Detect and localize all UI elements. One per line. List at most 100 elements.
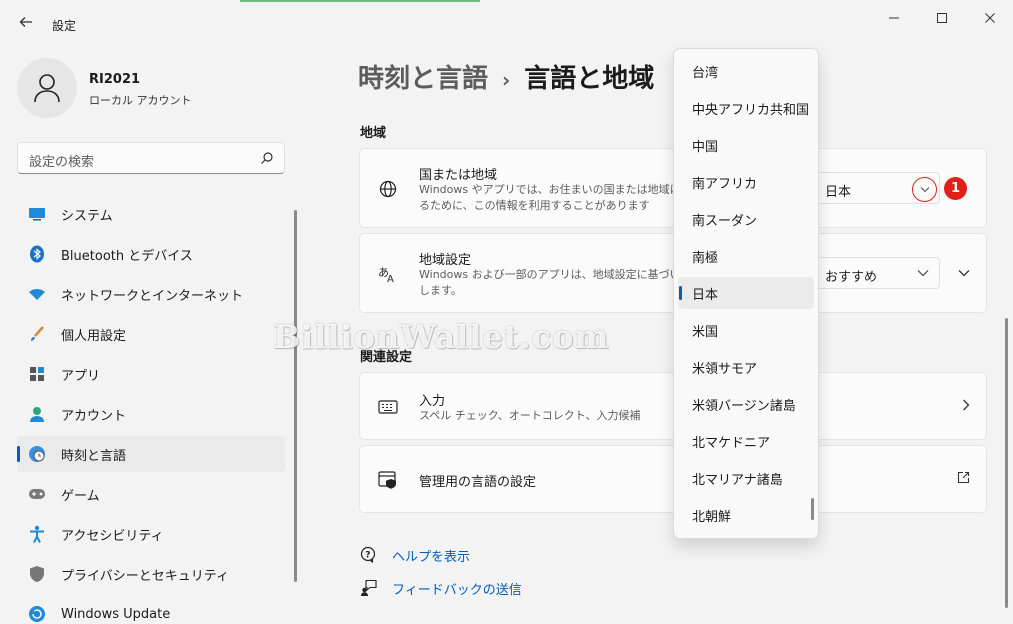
back-arrow-icon <box>19 17 32 27</box>
dropdown-option[interactable]: 米領サモア <box>678 351 814 383</box>
option-label: 米領サモア <box>692 361 758 377</box>
sidebar-item-label: ネットワークとインターネット <box>61 288 244 304</box>
sidebar-item-network[interactable]: ネットワークとインターネット <box>17 276 285 312</box>
person-icon <box>34 74 60 103</box>
help-icon: ? <box>360 546 376 563</box>
shield-icon <box>27 564 47 584</box>
breadcrumb: 時刻と言語 › 言語と地域 <box>358 58 654 95</box>
dropdown-option[interactable]: 台湾 <box>678 55 814 87</box>
user-name: RI2021 <box>89 72 141 87</box>
close-icon <box>985 13 995 23</box>
dropdown-option[interactable]: 北マリアナ諸島 <box>678 462 814 494</box>
dropdown-option[interactable]: 南アフリカ <box>678 166 814 198</box>
dropdown-option[interactable]: 中国 <box>678 129 814 161</box>
dropdown-option[interactable]: 南極 <box>678 240 814 272</box>
option-label: 北マケドニア <box>692 435 771 451</box>
option-label: 中央アフリカ共和国 <box>692 102 810 118</box>
monitor-icon <box>27 204 47 224</box>
sidebar-item-label: アプリ <box>61 368 101 384</box>
account-type: ローカル アカウント <box>89 94 192 107</box>
sidebar-item-gaming[interactable]: ゲーム <box>17 476 285 512</box>
feedback-icon <box>361 579 377 596</box>
close-button[interactable] <box>972 6 1008 30</box>
feedback-link[interactable]: フィードバックの送信 <box>360 578 522 598</box>
sidebar-item-apps[interactable]: アプリ <box>17 356 285 392</box>
main-scrollbar[interactable] <box>1005 318 1008 608</box>
search-placeholder: 設定の検索 <box>29 155 95 170</box>
chevron-right-icon <box>962 399 970 415</box>
sidebar-item-windows-update[interactable]: Windows Update <box>17 596 285 624</box>
sidebar-item-label: 個人用設定 <box>61 328 127 344</box>
dropdown-option[interactable]: 南スーダン <box>678 203 814 235</box>
title-bar: 設定 <box>0 0 1013 48</box>
option-label: 台湾 <box>692 65 719 81</box>
option-label: 南アフリカ <box>692 176 758 192</box>
sidebar-scrollbar[interactable] <box>294 210 297 582</box>
minimize-button[interactable] <box>876 6 912 30</box>
sidebar-item-time-language[interactable]: 時刻と言語 <box>17 436 285 472</box>
option-label: 南スーダン <box>692 213 758 229</box>
section-title-region: 地域 <box>360 126 387 141</box>
globe-icon <box>378 179 398 199</box>
maximize-button[interactable] <box>924 6 960 30</box>
maximize-icon <box>937 13 947 23</box>
select-value: 日本 <box>825 185 852 200</box>
option-label: 北朝鮮 <box>692 509 732 525</box>
clock-globe-icon <box>27 444 47 464</box>
breadcrumb-separator: › <box>502 68 511 92</box>
admin-shield-icon <box>378 470 398 490</box>
sidebar-item-label: アクセシビリティ <box>61 528 164 544</box>
breadcrumb-parent[interactable]: 時刻と言語 <box>358 64 488 94</box>
country-region-title: 国または地域 <box>419 168 498 183</box>
top-accent-strip <box>240 0 480 2</box>
brush-icon <box>27 324 47 344</box>
apps-icon <box>27 364 47 384</box>
regional-format-title: 地域設定 <box>419 253 472 268</box>
person-icon <box>27 404 47 424</box>
dropdown-option-selected[interactable]: 日本 <box>678 277 814 309</box>
dropdown-option[interactable]: 中央アフリカ共和国 <box>678 92 814 124</box>
dropdown-option[interactable]: 米国 <box>678 314 814 346</box>
option-label: 中国 <box>692 139 719 155</box>
sidebar-item-system[interactable]: システム <box>17 196 285 232</box>
avatar <box>17 58 77 118</box>
option-label: 米領バージン諸島 <box>692 398 796 414</box>
dropdown-option[interactable]: 北マケドニア <box>678 425 814 457</box>
option-label: 米国 <box>692 324 719 340</box>
sidebar-item-bluetooth[interactable]: Bluetooth とデバイス <box>17 236 285 272</box>
feedback-link-label: フィードバックの送信 <box>392 582 522 598</box>
update-icon <box>27 604 47 624</box>
help-link[interactable]: ? ヘルプを表示 <box>360 545 470 565</box>
regional-format-select[interactable]: おすすめ <box>816 257 940 289</box>
expand-chevron-icon[interactable] <box>958 265 970 281</box>
dropdown-option[interactable]: 米領バージン諸島 <box>678 388 814 420</box>
sidebar-item-label: システム <box>61 208 113 224</box>
svg-text:A: A <box>387 274 394 283</box>
language-format-icon: あA <box>378 264 398 284</box>
highlighted-dropdown-chevron[interactable] <box>912 177 937 202</box>
back-button[interactable] <box>14 10 38 34</box>
sidebar-item-privacy[interactable]: プライバシーとセキュリティ <box>17 556 285 592</box>
sidebar-nav: システム Bluetooth とデバイス ネットワークとインターネット 個人用設… <box>17 196 285 624</box>
chevron-down-icon <box>920 187 929 193</box>
search-icon <box>261 152 273 164</box>
sidebar-item-accounts[interactable]: アカウント <box>17 396 285 432</box>
option-label: 日本 <box>692 287 719 303</box>
external-link-icon <box>957 471 970 488</box>
bluetooth-icon <box>27 244 47 264</box>
watermark: BillionWallet.com <box>273 318 610 356</box>
dropdown-option[interactable]: 北朝鮮 <box>678 499 814 531</box>
accessibility-icon <box>27 524 47 544</box>
select-value: おすすめ <box>825 270 878 285</box>
search-input[interactable]: 設定の検索 <box>17 142 285 174</box>
window-title: 設定 <box>52 19 77 33</box>
sidebar-item-accessibility[interactable]: アクセシビリティ <box>17 516 285 552</box>
keyboard-icon <box>378 397 398 417</box>
admin-language-title: 管理用の言語の設定 <box>419 475 537 490</box>
sidebar-item-label: 時刻と言語 <box>61 448 127 464</box>
dropdown-scrollbar[interactable] <box>811 498 814 520</box>
sidebar-item-label: Bluetooth とデバイス <box>61 248 193 264</box>
sidebar-item-personalization[interactable]: 個人用設定 <box>17 316 285 352</box>
gamepad-icon <box>27 484 47 504</box>
input-title: 入力 <box>419 394 446 409</box>
